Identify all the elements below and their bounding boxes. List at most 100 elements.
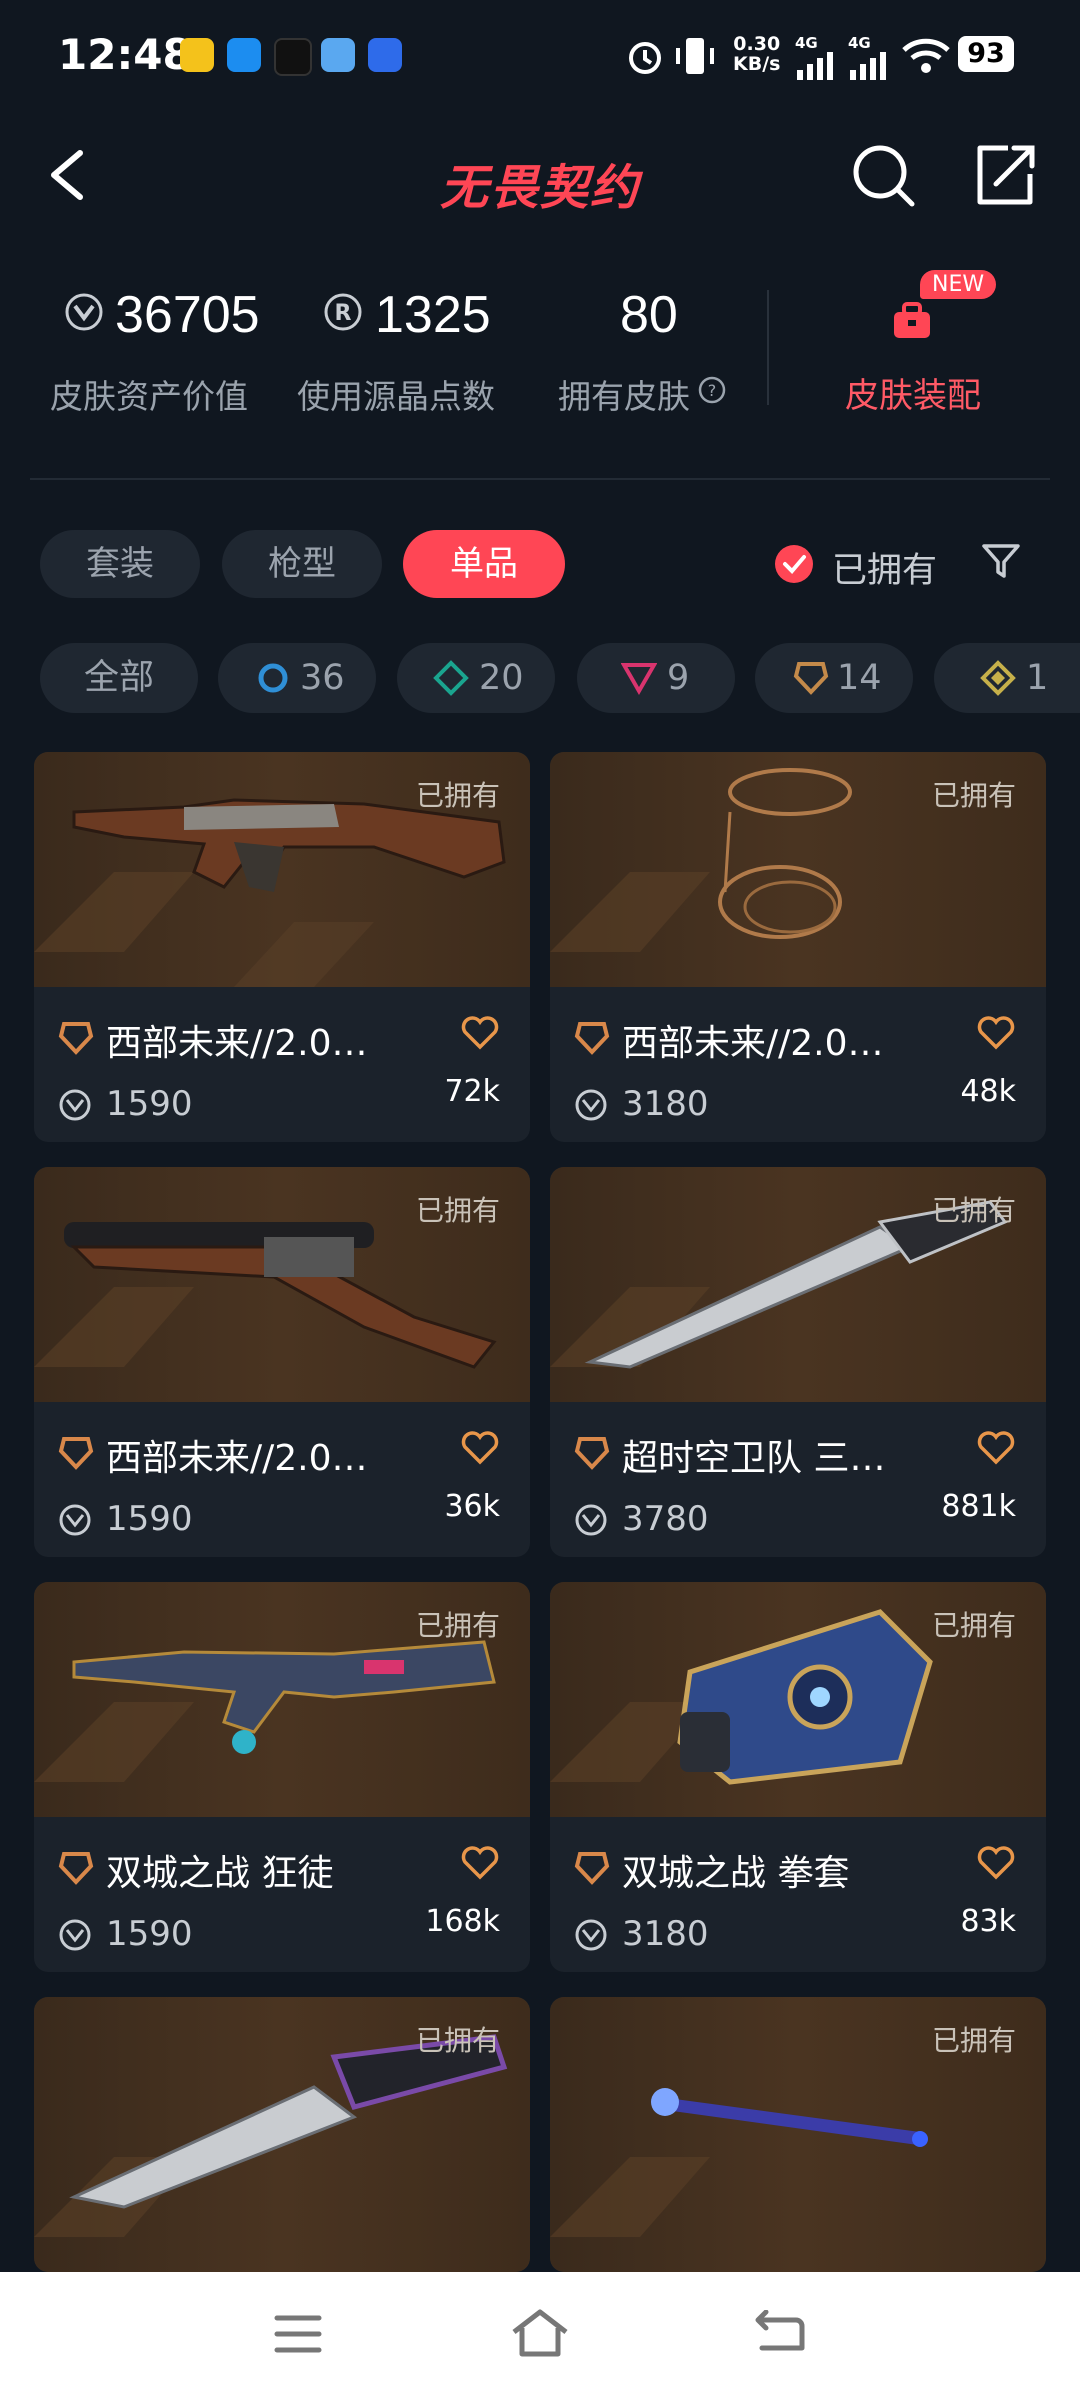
header-divider	[30, 478, 1050, 480]
heart-icon[interactable]	[460, 1429, 500, 1465]
svg-text:R: R	[335, 301, 352, 326]
help-icon[interactable]: ?	[698, 376, 726, 404]
skin-price: 1590	[106, 1914, 193, 1954]
stat-radianite-label: 使用源晶点数	[297, 377, 495, 416]
signal-2: 4G	[848, 34, 888, 84]
svg-text:?: ?	[708, 381, 717, 400]
rarity-count: 20	[479, 658, 524, 698]
alarm-icon	[629, 42, 661, 74]
skin-name: 西部未来//2.0…	[106, 1023, 368, 1064]
select-tier-icon	[258, 663, 288, 693]
skin-name: 双城之战 拳套	[622, 1853, 850, 1894]
owned-tag: 已拥有	[931, 779, 1016, 812]
filter-icon[interactable]	[980, 540, 1022, 582]
loadout-label: 皮肤装配	[845, 376, 981, 416]
premium-tier-icon	[621, 663, 657, 695]
owned-tag: 已拥有	[415, 1609, 500, 1642]
skin-price: 3780	[622, 1499, 709, 1539]
skin-price: 1590	[106, 1499, 193, 1539]
skin-card[interactable]: 已拥有 超时空卫队 三… 3780 881k	[550, 1167, 1046, 1557]
stat-radianite-value: 1325	[375, 286, 491, 344]
status-time: 12:48	[58, 30, 192, 79]
vp-coin-icon	[59, 1504, 91, 1536]
heart-icon[interactable]	[976, 1429, 1016, 1465]
like-count: 36k	[444, 1489, 500, 1524]
owned-checkbox[interactable]	[775, 545, 813, 583]
skin-card[interactable]: 已拥有	[34, 1997, 530, 2272]
tab-bundle[interactable]: 套装	[40, 530, 200, 598]
skin-name: 西部未来//2.0…	[106, 1438, 368, 1479]
loadout-icon	[894, 302, 930, 338]
vp-coin-icon	[575, 1919, 607, 1951]
rarity-chip-premium[interactable]: 9	[577, 643, 735, 713]
owned-tag: 已拥有	[415, 779, 500, 812]
stat-skins-value: 80	[620, 286, 678, 344]
stat-asset-label: 皮肤资产价值	[50, 377, 248, 416]
vp-coin-icon	[59, 1919, 91, 1951]
app-title: 无畏契约	[439, 160, 640, 216]
skin-name: 西部未来//2.0…	[622, 1023, 884, 1064]
rarity-chip-select[interactable]: 36	[218, 643, 376, 713]
app-notification-icon	[321, 38, 355, 72]
stat-skins-label: 拥有皮肤	[558, 377, 690, 416]
tab-weapon-type[interactable]: 枪型	[222, 530, 382, 598]
rarity-count: 14	[837, 658, 882, 698]
skin-card[interactable]: 已拥有 西部未来//2.0… 1590 36k	[34, 1167, 530, 1557]
deluxe-tier-icon	[433, 660, 469, 696]
check-icon	[783, 555, 806, 574]
skin-name: 超时空卫队 三…	[622, 1438, 886, 1479]
heart-icon[interactable]	[460, 1844, 500, 1880]
search-icon[interactable]	[848, 140, 918, 210]
share-icon[interactable]	[970, 140, 1040, 210]
rarity-chip-exclusive[interactable]: 14	[755, 643, 913, 713]
like-count: 83k	[960, 1904, 1016, 1939]
owned-tag: 已拥有	[931, 2024, 1016, 2057]
exclusive-tier-icon	[574, 1022, 610, 1055]
rarity-chip-ultra[interactable]: 1	[934, 643, 1080, 713]
like-count: 48k	[960, 1074, 1016, 1109]
app-notification-icon	[180, 38, 214, 72]
skin-card[interactable]: 已拥有 西部未来//2.0… 1590 72k	[34, 752, 530, 1142]
skin-price: 3180	[622, 1914, 709, 1954]
net-speed: 0.30 KB/s	[733, 33, 781, 75]
heart-icon[interactable]	[976, 1844, 1016, 1880]
exclusive-tier-icon	[574, 1437, 610, 1470]
like-count: 881k	[941, 1489, 1016, 1524]
vp-coin-icon	[575, 1089, 607, 1121]
new-badge: NEW	[920, 270, 997, 299]
exclusive-tier-icon	[574, 1852, 610, 1885]
owned-tag: 已拥有	[415, 1194, 500, 1227]
skin-card[interactable]: 已拥有	[550, 1997, 1046, 2272]
menu-icon[interactable]	[273, 2312, 323, 2356]
system-nav-bar	[0, 2272, 1080, 2400]
skin-price: 3180	[622, 1084, 709, 1124]
skin-price: 1590	[106, 1084, 193, 1124]
wifi-icon	[902, 38, 950, 73]
home-icon[interactable]	[510, 2308, 570, 2358]
app-notification-icon	[368, 38, 402, 72]
rarity-chip-all[interactable]: 全部	[40, 643, 198, 713]
vibrate-icon	[676, 38, 714, 74]
battery-level: 93	[958, 36, 1014, 72]
heart-icon[interactable]	[976, 1014, 1016, 1050]
signal-bars-icon	[850, 52, 886, 80]
exclusive-tier-icon	[58, 1437, 94, 1470]
skin-card[interactable]: 已拥有 双城之战 狂徒 1590 168k	[34, 1582, 530, 1972]
owned-tag: 已拥有	[931, 1609, 1016, 1642]
vp-coin-icon	[59, 1089, 91, 1121]
signal-bars-icon	[797, 52, 833, 80]
stat-asset-value: 36705	[115, 286, 260, 344]
rarity-chip-deluxe[interactable]: 20	[397, 643, 555, 713]
stats-divider	[767, 290, 769, 405]
skin-card[interactable]: 已拥有 双城之战 拳套 3180 83k	[550, 1582, 1046, 1972]
back-nav-icon[interactable]	[752, 2310, 806, 2358]
tiktok-icon	[274, 38, 312, 76]
exclusive-tier-icon	[58, 1022, 94, 1055]
like-count: 72k	[444, 1074, 500, 1109]
tab-single-item[interactable]: 单品	[403, 530, 565, 598]
status-bar: 12:48 0.30 KB/s 4G 4G 93	[0, 0, 1080, 115]
owned-filter-label[interactable]: 已拥有	[832, 542, 937, 593]
heart-icon[interactable]	[460, 1014, 500, 1050]
owned-tag: 已拥有	[415, 2024, 500, 2057]
skin-card[interactable]: 已拥有 西部未来//2.0… 3180 48k	[550, 752, 1046, 1142]
